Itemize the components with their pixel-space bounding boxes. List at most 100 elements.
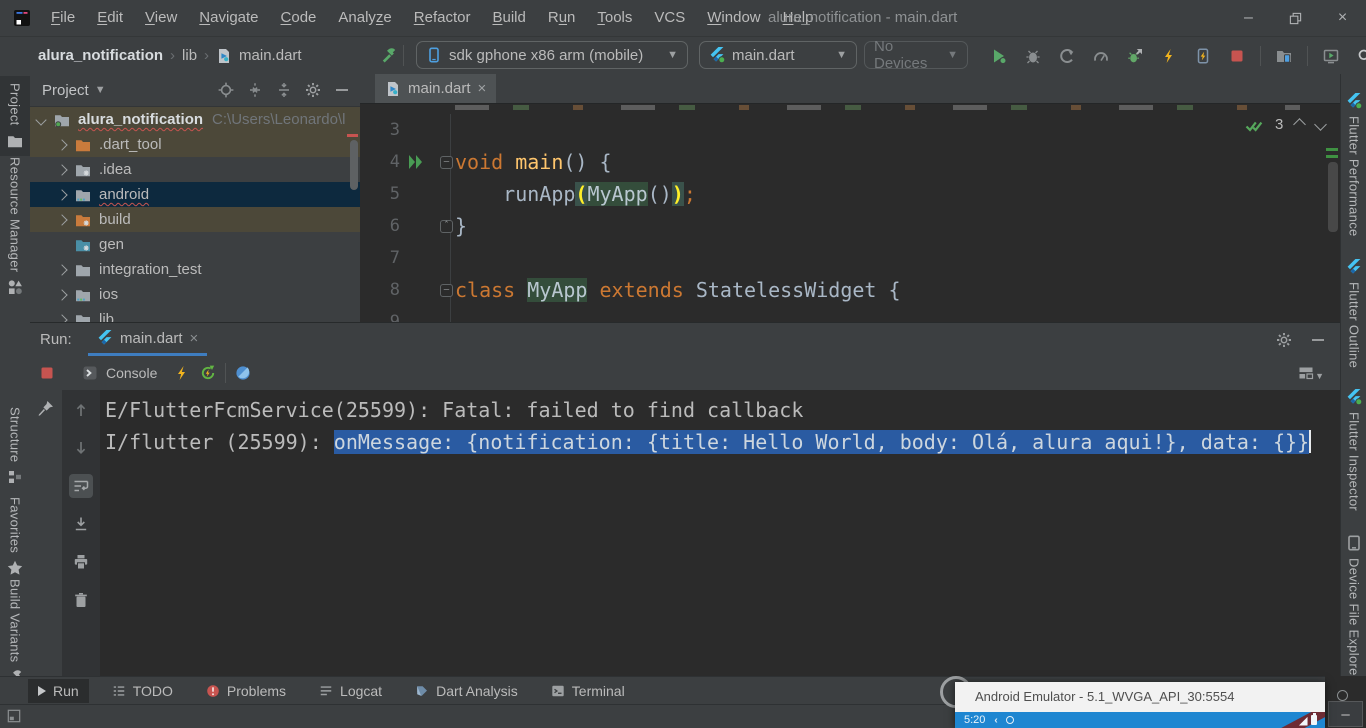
chevron-down-icon[interactable] — [35, 114, 46, 125]
maximize-button[interactable] — [1272, 0, 1319, 36]
dart-devtools-button[interactable] — [230, 360, 256, 386]
select-opened-file-button[interactable] — [218, 82, 234, 98]
menu-navigate[interactable]: Navigate — [188, 0, 269, 36]
tree-row-alura_notification[interactable]: alura_notificationC:\Users\Leonardo\l — [30, 107, 360, 132]
chevron-right-icon[interactable] — [56, 264, 67, 275]
soft-wrap-button[interactable] — [69, 474, 93, 498]
chevron-right-icon[interactable] — [56, 314, 67, 322]
menu-tools[interactable]: Tools — [586, 0, 643, 36]
down-stack-trace-button[interactable] — [69, 436, 93, 460]
scroll-to-end-button[interactable] — [69, 512, 93, 536]
hide-panel-button[interactable] — [1310, 332, 1326, 348]
menu-refactor[interactable]: Refactor — [403, 0, 482, 36]
stop-process-button[interactable] — [39, 365, 55, 381]
chevron-right-icon[interactable] — [56, 189, 67, 200]
menu-file[interactable]: File — [40, 0, 86, 36]
tree-row-gen[interactable]: gen — [30, 232, 360, 257]
print-button[interactable] — [69, 550, 93, 574]
console-tab[interactable]: Console — [82, 365, 157, 381]
stripe-tab-structure[interactable]: Structure — [0, 400, 30, 492]
project-view-selector[interactable]: Project ▼ — [42, 82, 106, 99]
tree-row-idea[interactable]: .idea — [30, 157, 360, 182]
menu-run[interactable]: Run — [537, 0, 587, 36]
tool-window-button-terminal[interactable]: Terminal — [541, 679, 635, 703]
run-line-icon[interactable] — [408, 154, 423, 170]
debug-button[interactable] — [1020, 43, 1046, 69]
minimize-button[interactable]: – — [1225, 0, 1272, 36]
tool-window-button-dart-analysis[interactable]: Dart Analysis — [405, 679, 528, 703]
stripe-tab-project[interactable]: Project — [0, 76, 30, 156]
menu-vcs[interactable]: VCS — [643, 0, 696, 36]
up-stack-trace-button[interactable] — [69, 398, 93, 422]
fold-marker-icon[interactable]: – — [440, 156, 453, 169]
breadcrumb-item[interactable]: main.dart — [239, 47, 302, 64]
tree-row-lib[interactable]: lib — [30, 307, 360, 322]
running-devices-button[interactable] — [1318, 43, 1344, 69]
close-button[interactable]: × — [1319, 0, 1366, 36]
menu-view[interactable]: View — [134, 0, 188, 36]
hot-reload-button[interactable] — [169, 360, 195, 386]
hot-restart-button[interactable] — [195, 360, 221, 386]
run-config-selector[interactable]: main.dart ▼ — [699, 41, 857, 69]
editor-line-8[interactable]: 8–class MyApp extends StatelessWidget { — [360, 274, 1326, 306]
inspections-widget[interactable]: 3 — [1245, 116, 1325, 133]
editor-line-4[interactable]: 4–void main() { — [360, 146, 1326, 178]
pin-tab-button[interactable] — [38, 400, 54, 416]
stripe-tab-flutter-performance[interactable]: Flutter Performance — [1341, 86, 1366, 244]
android-emulator-window[interactable]: Android Emulator - 5.1_WVGA_API_30:5554 … — [955, 682, 1325, 728]
device-selector[interactable]: sdk gphone x86 arm (mobile) ▼ — [416, 41, 688, 69]
tool-window-button-run[interactable]: Run — [28, 679, 89, 703]
menu-build[interactable]: Build — [481, 0, 536, 36]
close-icon[interactable]: × — [190, 330, 199, 347]
stripe-tab-favorites[interactable]: Favorites — [0, 490, 30, 583]
stripe-tab-flutter-inspector[interactable]: Flutter Inspector — [1341, 382, 1366, 518]
collapse-all-button[interactable] — [276, 82, 292, 98]
fold-marker-icon[interactable]: – — [440, 284, 453, 297]
tool-window-button-problems[interactable]: Problems — [196, 679, 296, 703]
hide-panel-button[interactable] — [334, 82, 350, 98]
chevron-right-icon[interactable] — [56, 139, 67, 150]
tree-row-integration_test[interactable]: integration_test — [30, 257, 360, 282]
editor-line-9[interactable]: 9 — [360, 306, 1326, 322]
stripe-tab-resource-manager[interactable]: Resource Manager — [0, 150, 30, 302]
editor-line-3[interactable]: 3 — [360, 114, 1326, 146]
stripe-tab-flutter-outline[interactable]: Flutter Outline — [1341, 252, 1366, 375]
close-icon[interactable]: × — [478, 80, 487, 97]
tool-window-button-todo[interactable]: TODO — [102, 679, 183, 703]
profile-button[interactable] — [1054, 43, 1080, 69]
editor-line-5[interactable]: 5 runApp(MyApp()); — [360, 178, 1326, 210]
run-tab-main-dart[interactable]: main.dart × — [88, 323, 207, 356]
stop-button[interactable] — [1224, 43, 1250, 69]
hot-restart-button[interactable] — [1190, 43, 1216, 69]
chevron-right-icon[interactable] — [56, 164, 67, 175]
editor-line-7[interactable]: 7 — [360, 242, 1326, 274]
editor-scrollbar[interactable] — [1328, 162, 1338, 232]
settings-gear-icon[interactable] — [1276, 332, 1292, 348]
flutter-attach-button[interactable] — [1122, 43, 1148, 69]
tree-row-build[interactable]: build — [30, 207, 360, 232]
layout-settings-button[interactable]: ▼ — [1298, 365, 1324, 381]
run-button[interactable] — [986, 43, 1012, 69]
prev-problem-button[interactable] — [1293, 118, 1306, 131]
stripe-tab-device-file-explorer[interactable]: Device File Explorer — [1341, 528, 1366, 687]
next-problem-button[interactable] — [1314, 118, 1327, 131]
editor-lines[interactable]: 3 4–void main() {5 runApp(MyApp());6ˆ}78–… — [360, 114, 1326, 322]
build-hammer-icon[interactable] — [381, 47, 397, 63]
stripe-tab-build-variants[interactable]: Build Variants — [0, 572, 30, 692]
editor-tab-main-dart[interactable]: main.dart × — [375, 74, 496, 103]
project-scrollbar[interactable] — [350, 140, 358, 190]
tree-row-ios[interactable]: ios — [30, 282, 360, 307]
fold-marker-icon[interactable]: ˆ — [440, 220, 453, 233]
breadcrumb-item[interactable]: alura_notification — [38, 47, 163, 64]
device-manager-button[interactable] — [1271, 43, 1297, 69]
hot-reload-button[interactable] — [1156, 43, 1182, 69]
clear-console-button[interactable] — [69, 588, 93, 612]
menu-analyze[interactable]: Analyze — [327, 0, 402, 36]
tree-row-dart_tool[interactable]: .dart_tool — [30, 132, 360, 157]
tool-window-button-logcat[interactable]: Logcat — [309, 679, 392, 703]
profiler-button[interactable] — [1088, 43, 1114, 69]
editor-line-6[interactable]: 6ˆ} — [360, 210, 1326, 242]
expand-all-button[interactable] — [247, 82, 263, 98]
menu-edit[interactable]: Edit — [86, 0, 134, 36]
emulator-minimize-button[interactable]: – — [1328, 701, 1363, 727]
